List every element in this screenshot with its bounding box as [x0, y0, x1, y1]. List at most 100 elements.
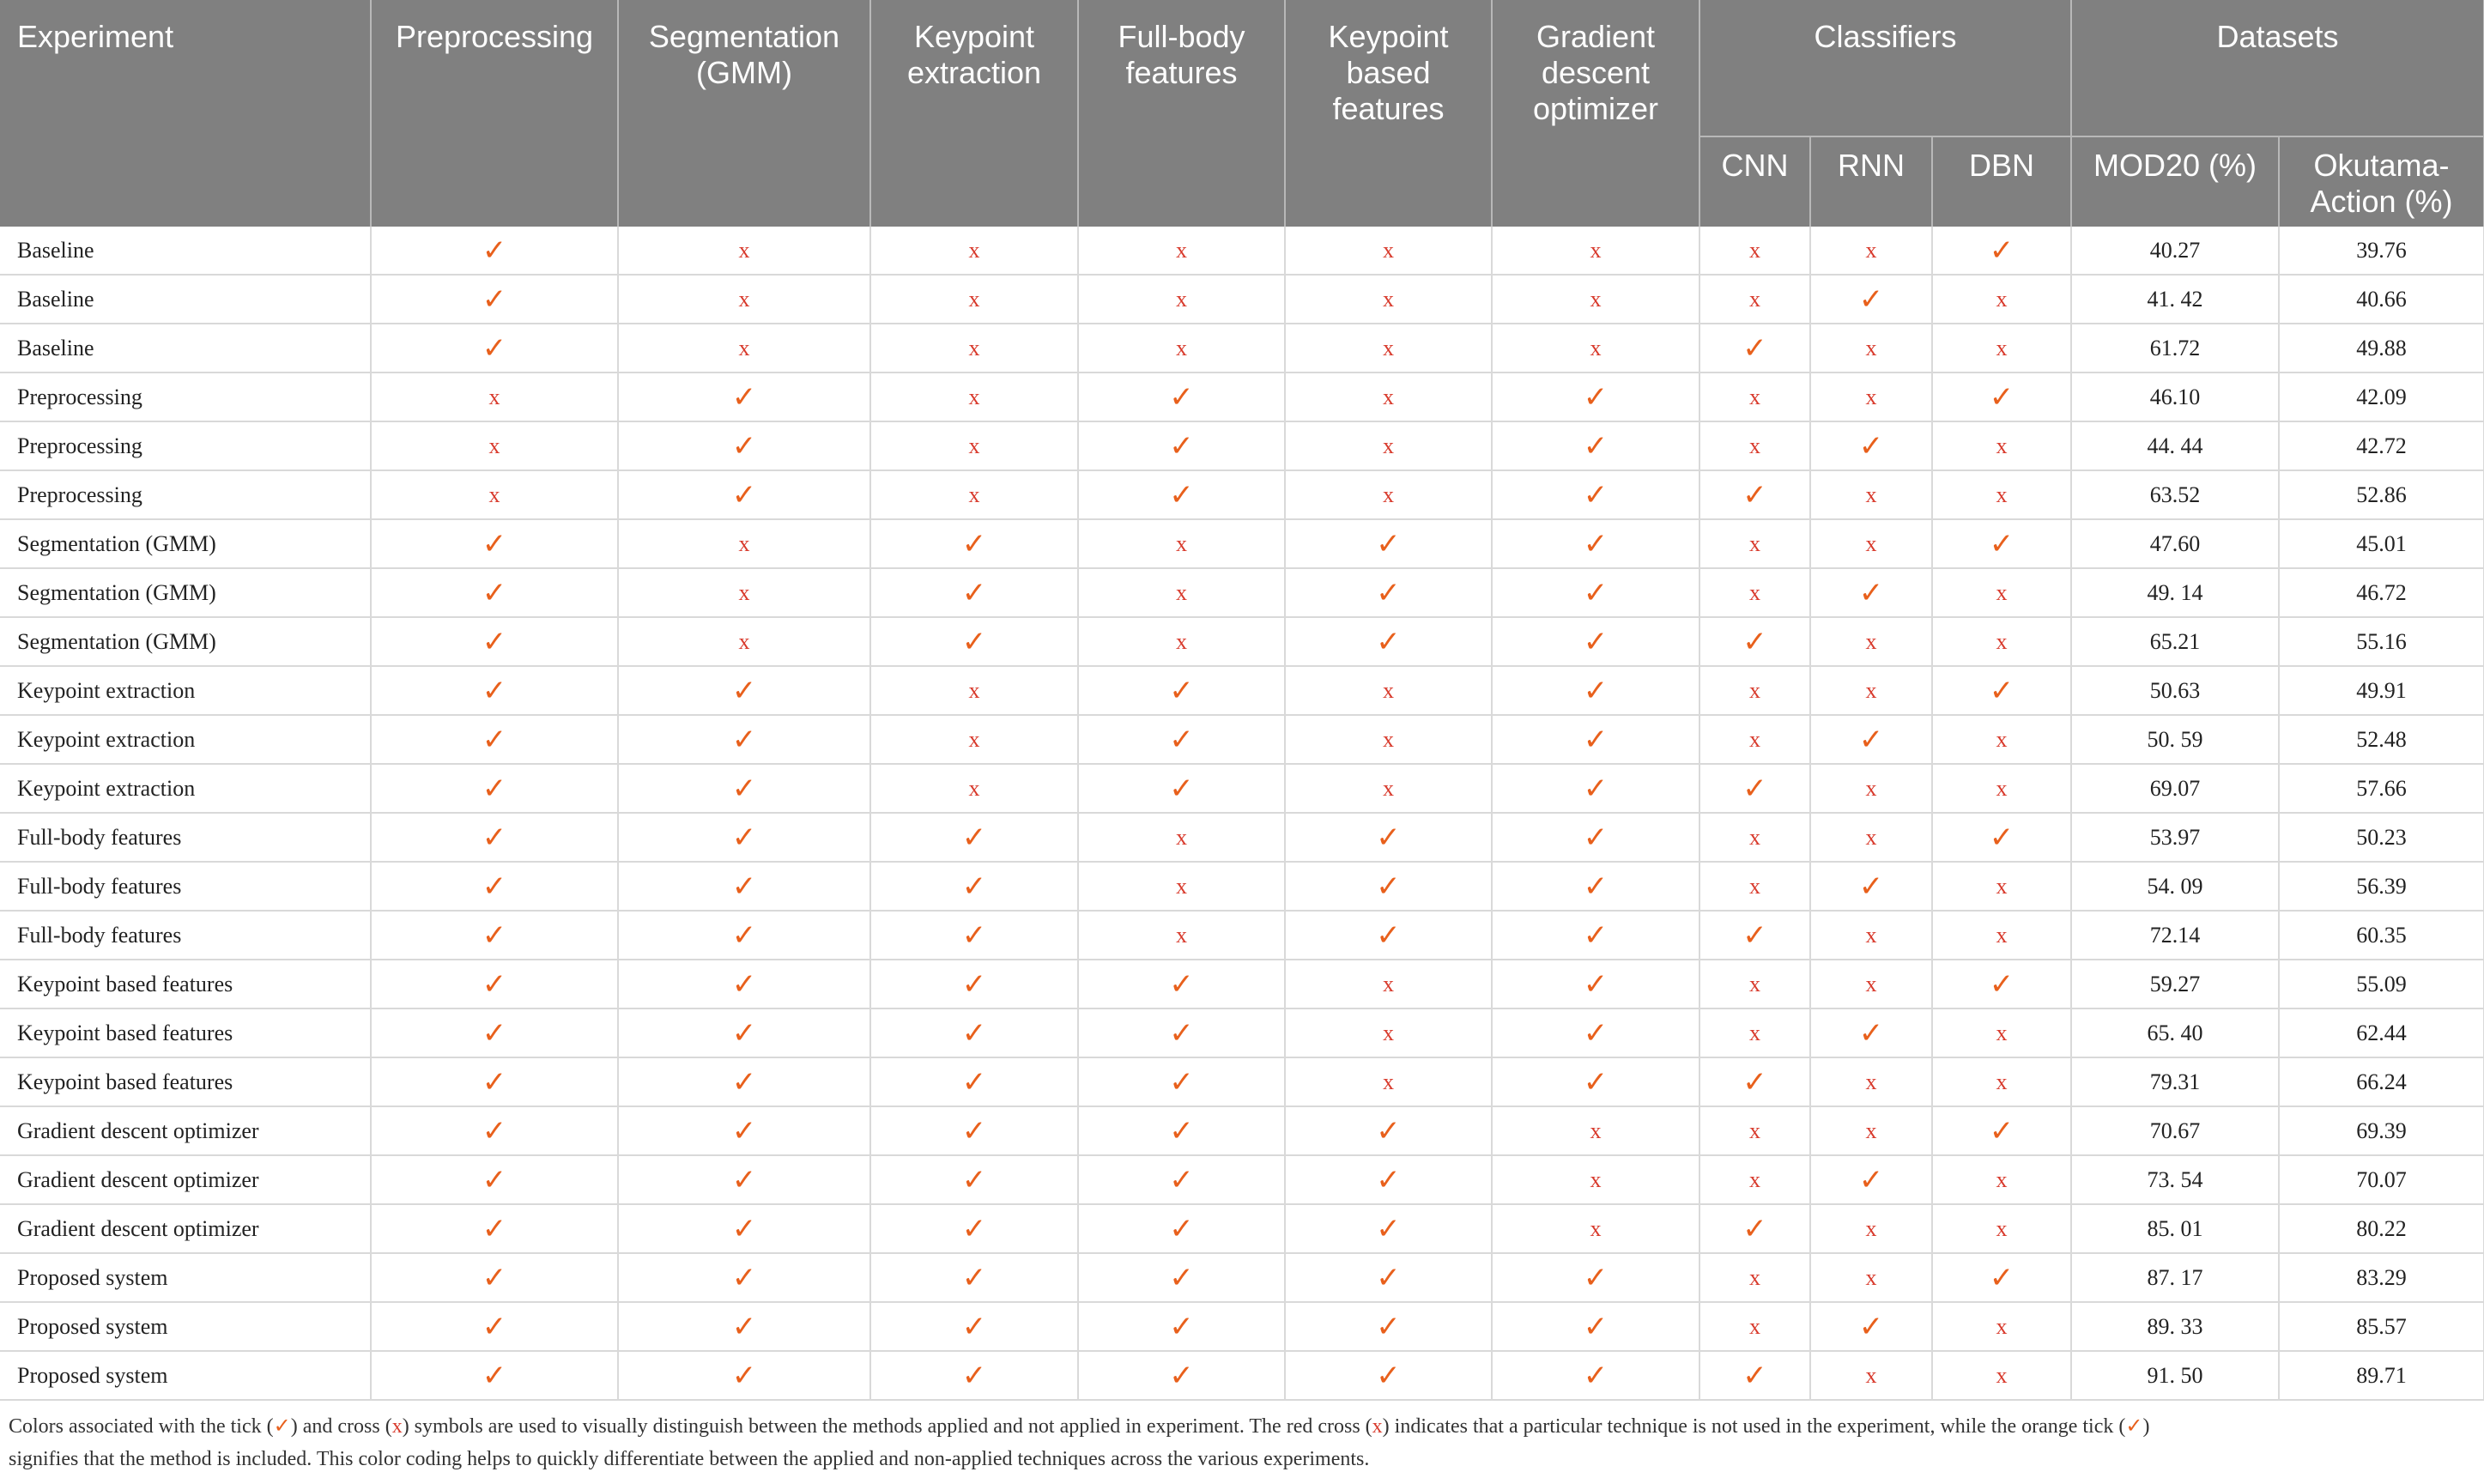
cross-icon: x [488, 482, 500, 507]
dbn-cell: x [1932, 1302, 2072, 1352]
cross-icon: x [1383, 482, 1394, 507]
cross-icon: x [968, 677, 980, 703]
tick-icon: ✓ [482, 820, 507, 855]
table-footnote: Colors associated with the tick (✓) and … [0, 1401, 2484, 1475]
okutama-value: 69.39 [2279, 1106, 2484, 1156]
cross-icon: x [968, 335, 980, 360]
mod20-value: 53.97 [2071, 813, 2280, 863]
mod20-value: 65. 40 [2071, 1009, 2280, 1058]
tick-icon: ✓ [1169, 477, 1194, 512]
cnn-cell: x [1699, 715, 1811, 765]
tick-icon: ✓ [1169, 379, 1194, 415]
mod20-value: 41. 42 [2071, 275, 2280, 324]
full-body-features-cell: x [1078, 275, 1286, 324]
tick-icon: ✓ [1169, 722, 1194, 757]
preprocessing-cell: ✓ [371, 715, 619, 765]
experiment-cell: Baseline [0, 227, 372, 276]
dbn-cell: x [1932, 1057, 2072, 1107]
cnn-cell: ✓ [1699, 911, 1811, 960]
segmentation-cell: ✓ [618, 764, 871, 814]
cnn-cell: x [1699, 1302, 1811, 1352]
segmentation-cell: x [618, 519, 871, 569]
keypoint-extraction-cell: x [870, 715, 1079, 765]
cross-icon: x [738, 579, 750, 605]
tick-symbol-icon: ✓ [2125, 1414, 2143, 1438]
tick-icon: ✓ [731, 1309, 757, 1344]
okutama-value: 52.48 [2279, 715, 2484, 765]
cnn-cell: x [1699, 568, 1811, 618]
keypoint-based-features-cell: x [1285, 1057, 1493, 1107]
tick-icon: ✓ [1169, 771, 1194, 806]
okutama-value: 83.29 [2279, 1253, 2484, 1303]
gradient-descent-optimizer-cell: ✓ [1492, 960, 1700, 1009]
tick-icon: ✓ [731, 673, 757, 708]
cross-symbol-icon: x [391, 1415, 403, 1438]
gradient-descent-optimizer-cell: ✓ [1492, 764, 1700, 814]
cnn-cell: x [1699, 1009, 1811, 1058]
tick-symbol-icon: ✓ [273, 1414, 291, 1438]
okutama-value: 39.76 [2279, 227, 2484, 276]
cross-icon: x [1749, 824, 1760, 850]
rnn-cell: ✓ [1810, 275, 1933, 324]
keypoint-based-features-cell: x [1285, 421, 1493, 471]
full-body-features-cell: ✓ [1078, 1009, 1286, 1058]
tick-icon: ✓ [731, 820, 757, 855]
cross-icon: x [738, 530, 750, 556]
keypoint-based-features-cell: x [1285, 764, 1493, 814]
header-cnn: CNN [1699, 136, 1811, 227]
cross-icon: x [738, 335, 750, 360]
mod20-value: 65.21 [2071, 617, 2280, 667]
preprocessing-cell: ✓ [371, 275, 619, 324]
tick-icon: ✓ [482, 1064, 507, 1099]
table-row: Full-body features ✓ ✓ ✓ x ✓ ✓ ✓ x x 72.14 60.35 [0, 911, 2484, 960]
gradient-descent-optimizer-cell: ✓ [1492, 421, 1700, 471]
cross-icon: x [1383, 335, 1394, 360]
tick-icon: ✓ [961, 624, 987, 659]
preprocessing-cell: ✓ [371, 813, 619, 863]
keypoint-extraction-cell: ✓ [870, 1106, 1079, 1156]
cross-icon: x [1749, 1020, 1760, 1045]
cross-icon: x [1749, 286, 1760, 312]
cross-icon: x [1996, 1215, 2008, 1241]
keypoint-extraction-cell: x [870, 275, 1079, 324]
cnn-cell: ✓ [1699, 324, 1811, 373]
tick-icon: ✓ [961, 1358, 987, 1393]
okutama-value: 42.09 [2279, 373, 2484, 422]
cross-icon: x [738, 628, 750, 654]
preprocessing-cell: ✓ [371, 1253, 619, 1303]
cross-icon: x [1176, 335, 1187, 360]
gradient-descent-optimizer-cell: ✓ [1492, 715, 1700, 765]
segmentation-cell: ✓ [618, 813, 871, 863]
keypoint-based-features-cell: ✓ [1285, 519, 1493, 569]
experiment-cell: Segmentation (GMM) [0, 519, 372, 569]
mod20-value: 87. 17 [2071, 1253, 2280, 1303]
mod20-value: 79.31 [2071, 1057, 2280, 1107]
experiment-cell: Keypoint extraction [0, 715, 372, 765]
keypoint-based-features-cell: ✓ [1285, 1204, 1493, 1254]
cross-icon: x [1996, 1020, 2008, 1045]
tick-icon: ✓ [1989, 379, 2014, 415]
cnn-cell: x [1699, 275, 1811, 324]
tick-icon: ✓ [731, 1064, 757, 1099]
header-keypoint-extraction: Keypoint extraction [870, 0, 1079, 227]
tick-icon: ✓ [1858, 575, 1884, 610]
rnn-cell: x [1810, 911, 1933, 960]
cross-icon: x [968, 482, 980, 507]
gradient-descent-optimizer-cell: ✓ [1492, 1253, 1700, 1303]
cross-icon: x [1749, 579, 1760, 605]
rnn-cell: x [1810, 813, 1933, 863]
tick-icon: ✓ [961, 820, 987, 855]
tick-icon: ✓ [961, 1260, 987, 1295]
tick-icon: ✓ [1169, 1211, 1194, 1246]
mod20-value: 50.63 [2071, 666, 2280, 716]
keypoint-extraction-cell: ✓ [870, 911, 1079, 960]
keypoint-extraction-cell: ✓ [870, 568, 1079, 618]
preprocessing-cell: ✓ [371, 519, 619, 569]
tick-icon: ✓ [961, 869, 987, 904]
okutama-value: 66.24 [2279, 1057, 2484, 1107]
experiment-cell: Keypoint extraction [0, 764, 372, 814]
cross-icon: x [1749, 1313, 1760, 1339]
rnn-cell: x [1810, 960, 1933, 1009]
segmentation-cell: ✓ [618, 1204, 871, 1254]
keypoint-extraction-cell: ✓ [870, 1253, 1079, 1303]
